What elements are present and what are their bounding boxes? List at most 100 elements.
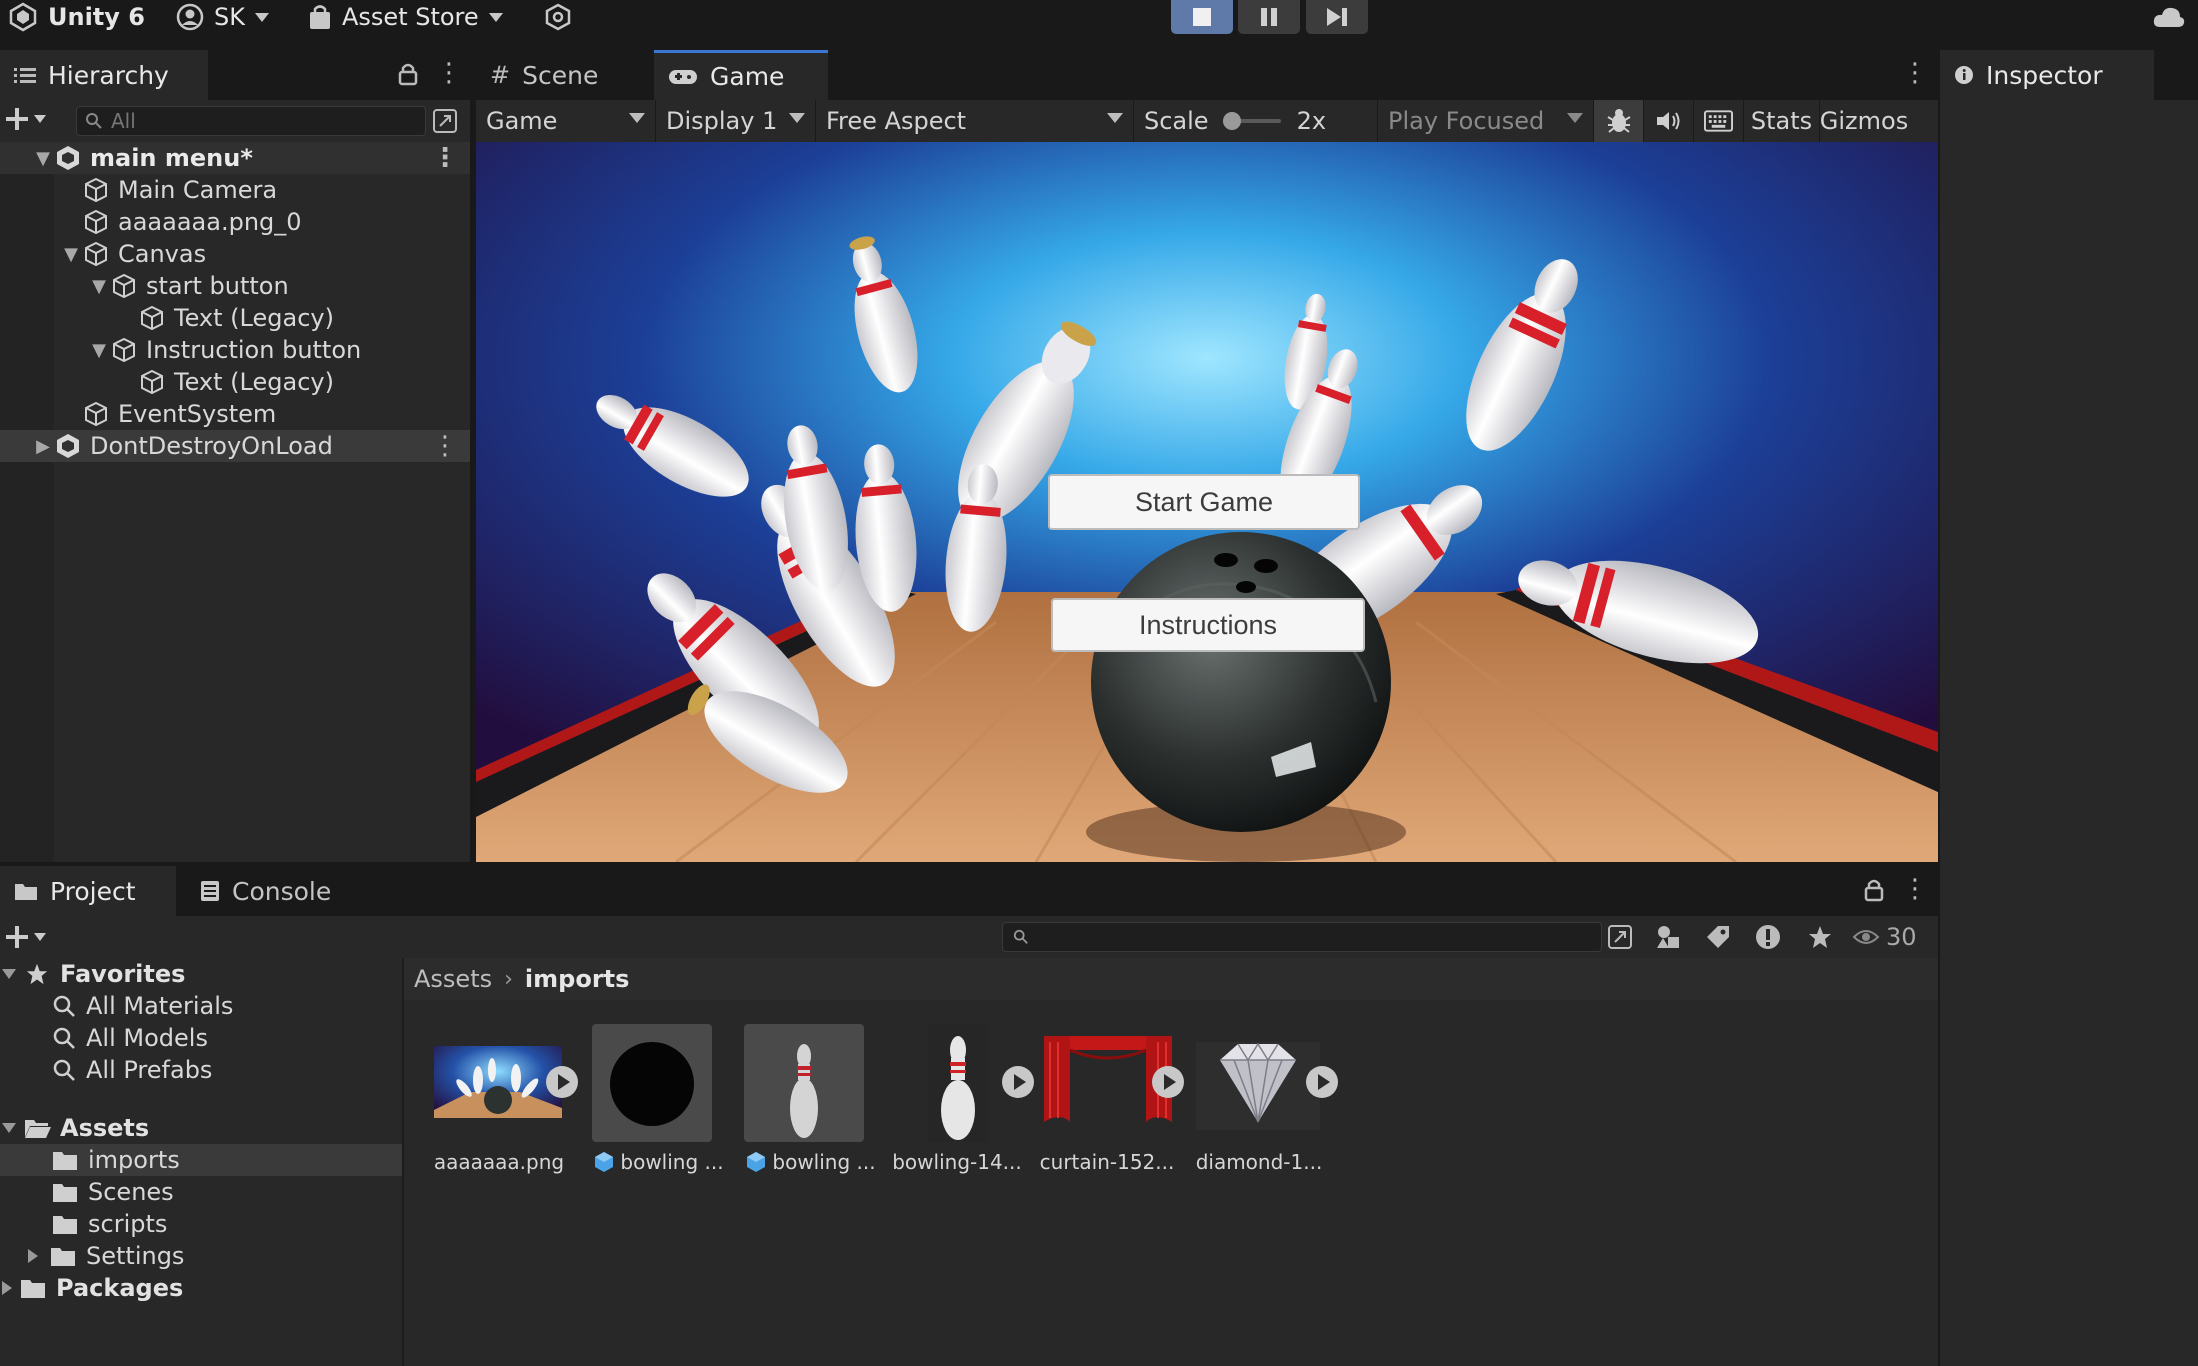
- tab-hierarchy[interactable]: Hierarchy: [0, 50, 208, 100]
- gameobject-cube-icon: [141, 369, 163, 395]
- bowling-ball-prefab-thumbnail: [592, 1024, 712, 1142]
- favorite-item-label: All Models: [86, 1024, 208, 1052]
- scene-menu-icon[interactable]: ⋮: [432, 143, 458, 173]
- stop-play-button[interactable]: [1171, 0, 1233, 34]
- project-create-dropdown[interactable]: [4, 924, 46, 950]
- breadcrumb-assets[interactable]: Assets: [414, 965, 492, 993]
- lock-icon[interactable]: [398, 62, 418, 86]
- view-dropdown[interactable]: Game: [476, 100, 656, 142]
- play-mode-dropdown[interactable]: Play Focused: [1378, 100, 1594, 142]
- chevron-right-icon[interactable]: ▶: [32, 436, 54, 457]
- center-menu-icon[interactable]: ⋮: [1902, 58, 1928, 88]
- expand-asset-icon[interactable]: [1002, 1066, 1034, 1098]
- lock-icon[interactable]: [1864, 878, 1884, 902]
- filter-by-type-icon[interactable]: [1646, 916, 1690, 958]
- scale-slider[interactable]: [1222, 112, 1281, 130]
- plus-icon: [6, 926, 28, 948]
- asset-thumbnail[interactable]: [590, 1022, 714, 1144]
- hierarchy-search[interactable]: [76, 106, 426, 136]
- folder-imports[interactable]: imports: [0, 1144, 402, 1176]
- favorite-item[interactable]: All Models: [0, 1022, 402, 1054]
- hierarchy-item[interactable]: Text (Legacy): [0, 302, 470, 334]
- tab-scene[interactable]: # Scene: [476, 50, 646, 100]
- chevron-down-icon[interactable]: ▼: [32, 148, 54, 169]
- debug-toggle[interactable]: [1594, 100, 1644, 142]
- asset-label-text: bowling ...: [772, 1150, 876, 1174]
- tab-inspector[interactable]: Inspector: [1940, 50, 2154, 100]
- visible-count[interactable]: 30: [1852, 916, 1917, 958]
- tab-inspector-label: Inspector: [1986, 60, 2103, 90]
- favorite-item[interactable]: All Prefabs: [0, 1054, 402, 1086]
- expand-asset-icon[interactable]: [1306, 1066, 1338, 1098]
- tab-console[interactable]: Console: [186, 866, 366, 916]
- project-folder-tree: Favorites All Materials All Models All P…: [0, 958, 404, 1366]
- bug-icon: [1606, 109, 1631, 133]
- filter-by-label-icon[interactable]: [1696, 916, 1740, 958]
- start-game-button[interactable]: Start Game: [1048, 474, 1360, 530]
- hierarchy-search-input[interactable]: [111, 109, 411, 133]
- gizmos-button[interactable]: Gizmos: [1820, 100, 1908, 142]
- chevron-down-icon[interactable]: ▼: [88, 340, 110, 361]
- favorites-star-icon[interactable]: [1798, 916, 1842, 958]
- scale-slider-handle[interactable]: [1222, 112, 1241, 130]
- create-dropdown[interactable]: [4, 106, 46, 132]
- hierarchy-item[interactable]: EventSystem: [0, 398, 470, 430]
- cloud-services-icon: [545, 3, 571, 31]
- hierarchy-item[interactable]: ▼ start button: [0, 270, 470, 302]
- stats-button[interactable]: Stats: [1744, 100, 1820, 142]
- search-by-scene-icon[interactable]: [1598, 916, 1642, 958]
- hierarchy-item[interactable]: ▼ Instruction button: [0, 334, 470, 366]
- asset-thumbnail[interactable]: [742, 1022, 866, 1144]
- tab-project[interactable]: Project: [0, 866, 176, 916]
- pause-button[interactable]: [1238, 0, 1300, 34]
- aspect-dropdown[interactable]: Free Aspect: [816, 100, 1134, 142]
- packages-folder-row[interactable]: Packages: [0, 1272, 402, 1304]
- eye-icon: [1852, 930, 1880, 944]
- expand-asset-icon[interactable]: [546, 1066, 578, 1098]
- asset-thumbnail[interactable]: [896, 1022, 1034, 1144]
- asset-label-text: bowling-14...: [892, 1150, 1022, 1174]
- mute-audio-toggle[interactable]: [1644, 100, 1694, 142]
- step-button[interactable]: [1306, 0, 1368, 34]
- hierarchy-item[interactable]: Main Camera: [0, 174, 470, 206]
- search-icon: [1013, 929, 1028, 944]
- hierarchy-item[interactable]: ▼ Canvas: [0, 238, 470, 270]
- display-dropdown[interactable]: Display 1: [656, 100, 816, 142]
- chevron-down-icon[interactable]: ▼: [88, 276, 110, 297]
- shortcuts-toggle[interactable]: [1694, 100, 1744, 142]
- asset-thumbnail[interactable]: [1040, 1022, 1184, 1144]
- folder-scripts[interactable]: scripts: [0, 1208, 402, 1240]
- asset-store-dropdown[interactable]: Asset Store: [308, 0, 503, 34]
- game-view[interactable]: Start Game Instructions: [476, 142, 1938, 862]
- assets-folder-row[interactable]: Assets: [0, 1112, 402, 1144]
- hierarchy-item[interactable]: ▼ main menu* ⋮: [0, 142, 470, 174]
- unity-menu[interactable]: Unity 6: [8, 0, 145, 34]
- gameobject-cube-icon: [85, 177, 107, 203]
- asset-thumbnail[interactable]: [1190, 1022, 1338, 1144]
- tab-game[interactable]: Game: [654, 50, 828, 100]
- favorites-row[interactable]: Favorites: [0, 958, 402, 990]
- favorite-item[interactable]: All Materials: [0, 990, 402, 1022]
- project-menu-icon[interactable]: ⋮: [1902, 874, 1928, 904]
- hierarchy-tree: ▼ main menu* ⋮ Main Camera aaaaaaa.png_0 ▼ Can…: [0, 142, 470, 862]
- chevron-right-icon: ›: [504, 966, 513, 992]
- folder-settings[interactable]: Settings: [0, 1240, 402, 1272]
- breadcrumb-imports[interactable]: imports: [525, 965, 630, 993]
- version-control-button[interactable]: [544, 0, 572, 34]
- account-dropdown[interactable]: SK: [176, 0, 269, 34]
- scale-value: 2x: [1296, 107, 1327, 135]
- cloud-button[interactable]: [2152, 0, 2186, 34]
- filter-errors-icon[interactable]: [1746, 916, 1790, 958]
- hierarchy-item[interactable]: Text (Legacy): [0, 366, 470, 398]
- asset-thumbnail[interactable]: [430, 1022, 578, 1144]
- chevron-down-icon[interactable]: ▼: [60, 244, 82, 265]
- hierarchy-item[interactable]: ▶ DontDestroyOnLoad ⋮: [0, 430, 470, 462]
- hierarchy-menu-icon[interactable]: ⋮: [436, 58, 462, 88]
- project-search-input[interactable]: [1002, 922, 1602, 952]
- instructions-button[interactable]: Instructions: [1051, 598, 1365, 652]
- hierarchy-item[interactable]: aaaaaaa.png_0: [0, 206, 470, 238]
- expand-asset-icon[interactable]: [1152, 1066, 1184, 1098]
- folder-scenes[interactable]: Scenes: [0, 1176, 402, 1208]
- scene-visibility-icon[interactable]: [432, 108, 458, 134]
- scene-menu-icon[interactable]: ⋮: [432, 431, 458, 461]
